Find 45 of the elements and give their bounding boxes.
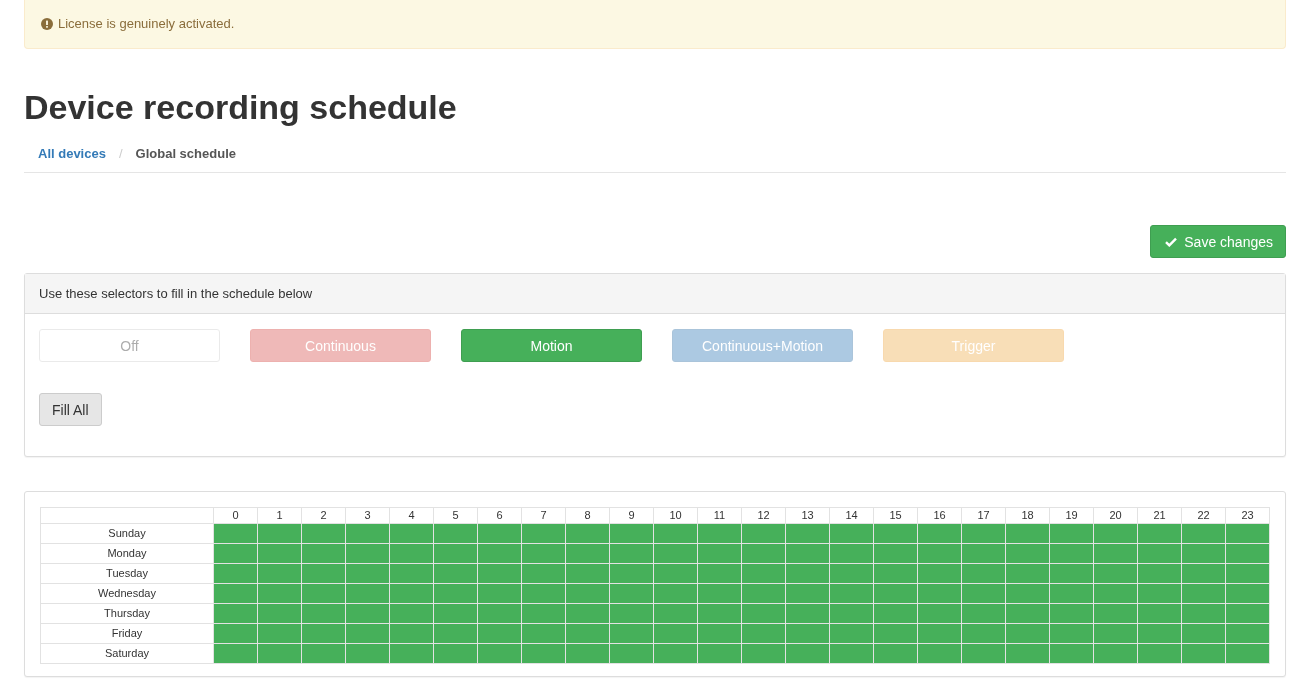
day-label: Saturday — [40, 643, 214, 664]
hour-header: 5 — [433, 507, 478, 524]
hour-header: 8 — [565, 507, 610, 524]
hour-header: 7 — [521, 507, 566, 524]
hour-header: 2 — [301, 507, 346, 524]
check-icon — [1165, 236, 1178, 247]
save-button[interactable]: Save changes — [1150, 225, 1286, 258]
hour-header: 1 — [257, 507, 302, 524]
hour-header: 20 — [1093, 507, 1138, 524]
hour-header: 13 — [785, 507, 830, 524]
hour-header: 12 — [741, 507, 786, 524]
page-title: Device recording schedule — [24, 87, 458, 127]
fill-all-button[interactable]: Fill All — [39, 393, 102, 426]
day-label: Tuesday — [40, 563, 214, 584]
breadcrumb-current: Global schedule — [135, 145, 236, 163]
hour-header: 19 — [1049, 507, 1094, 524]
hour-header: 9 — [609, 507, 654, 524]
breadcrumb-link[interactable]: All devices — [38, 144, 106, 164]
day-label: Sunday — [40, 523, 214, 544]
hour-header: 11 — [697, 507, 742, 524]
hour-header: 16 — [917, 507, 962, 524]
hour-header: 23 — [1225, 507, 1270, 524]
hour-header: 22 — [1181, 507, 1226, 524]
day-label: Wednesday — [40, 583, 214, 604]
hour-header: 14 — [829, 507, 874, 524]
hour-header: 0 — [213, 507, 258, 524]
panel-heading: Use these selectors to fill in the schedule below — [25, 274, 1285, 314]
mode-button[interactable]: Continuous+Motion — [672, 329, 853, 362]
hour-header: 4 — [389, 507, 434, 524]
hour-header: 15 — [873, 507, 918, 524]
hour-header: 10 — [653, 507, 698, 524]
mode-button[interactable]: Off — [39, 329, 220, 362]
hour-header: 21 — [1137, 507, 1182, 524]
day-label: Friday — [40, 623, 214, 644]
hour-header: 3 — [345, 507, 390, 524]
breadcrumb-separator: / — [118, 145, 123, 163]
exclamation-circle-icon — [41, 18, 53, 30]
day-label: Monday — [40, 543, 214, 564]
mode-button[interactable]: Motion — [461, 329, 642, 362]
hour-header: 18 — [1005, 507, 1050, 524]
mode-button[interactable]: Continuous — [250, 329, 431, 362]
hour-header: 17 — [961, 507, 1006, 524]
alert-text: License is genuinely activated. — [58, 15, 235, 33]
day-label: Thursday — [40, 603, 214, 624]
hour-header: 6 — [477, 507, 522, 524]
